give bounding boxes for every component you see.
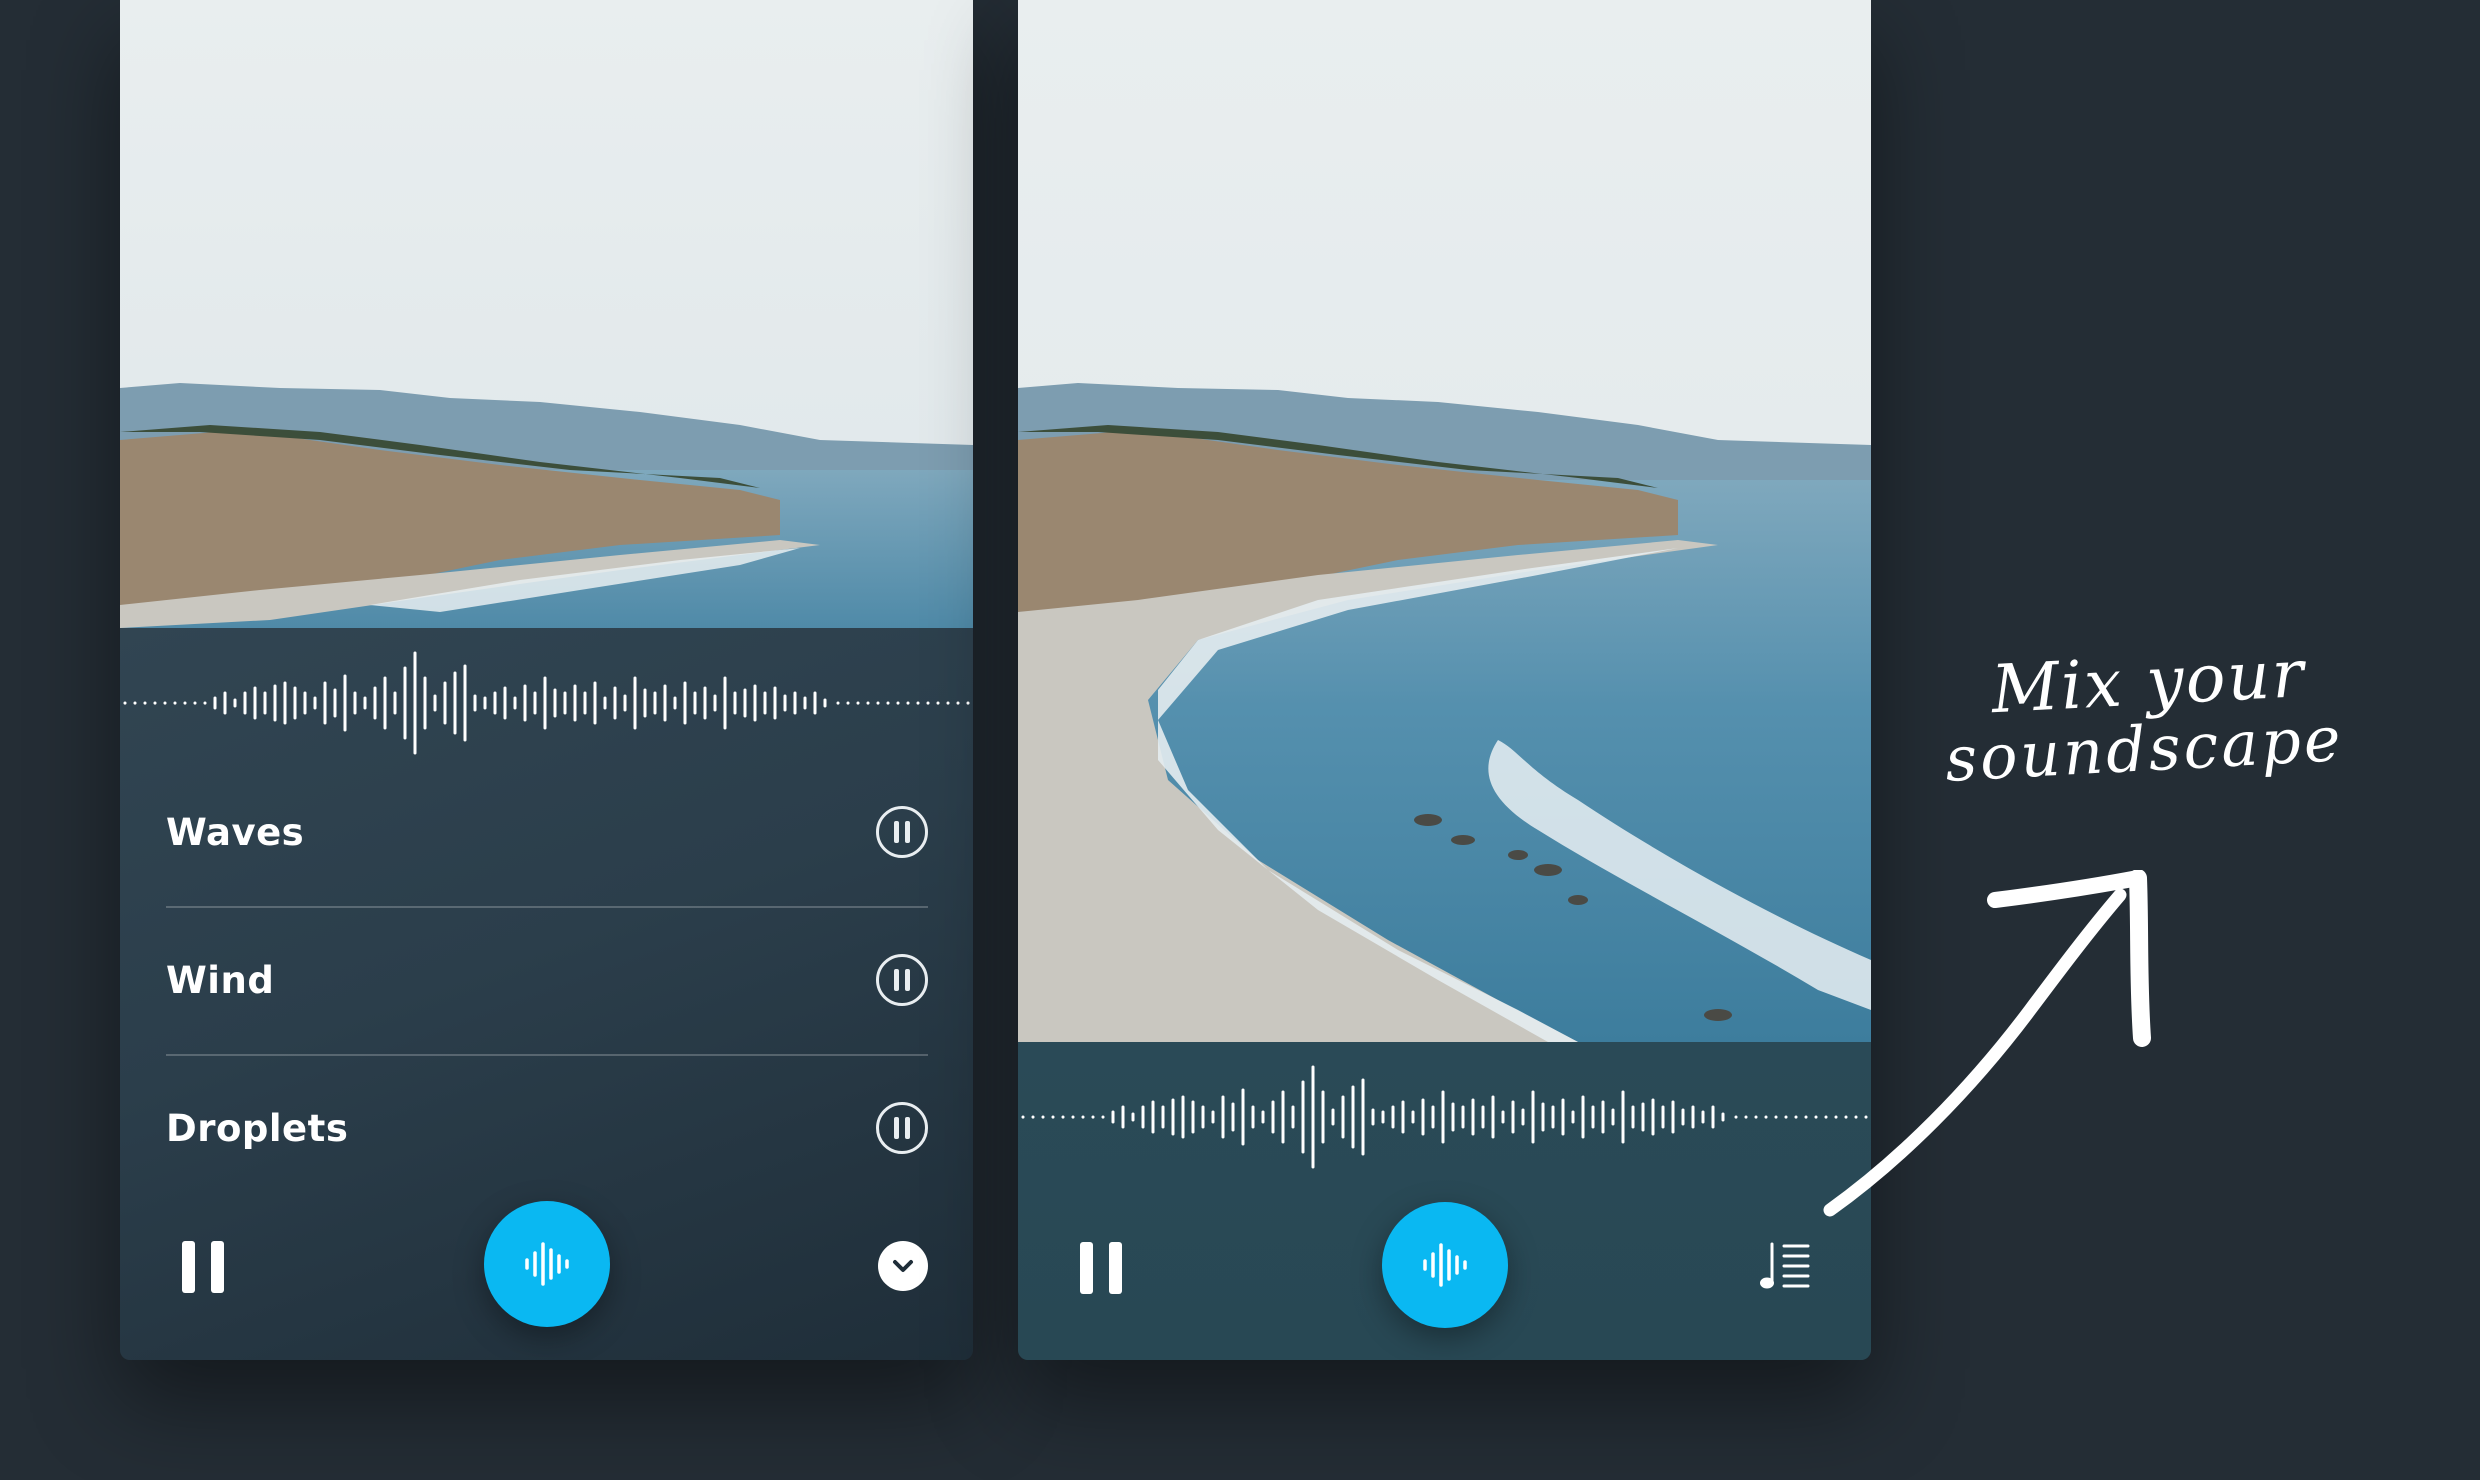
pause-icon[interactable] [182,1241,224,1293]
landscape-photo [120,0,973,628]
track-row-waves[interactable]: Waves [166,758,928,908]
landscape-photo [1018,0,1871,1042]
pause-circle-icon[interactable] [876,954,928,1006]
track-row-droplets[interactable]: Droplets [166,1054,928,1202]
player-panel [1018,1042,1871,1360]
track-label: Droplets [166,1106,349,1150]
waveform-icon [1423,1243,1467,1287]
track-label: Waves [166,810,305,854]
phone-screen-mixer: Waves Wind Droplets [120,0,973,1360]
arrow-icon [1823,870,2151,1217]
audio-waveform [1018,1062,1871,1172]
mix-button[interactable] [1382,1202,1508,1328]
handwritten-annotation: Mix your soundscape [1940,635,2426,796]
pause-icon[interactable] [1080,1242,1122,1294]
mixer-panel: Waves Wind Droplets [120,628,973,1360]
playback-controls [120,1199,973,1329]
phone-screen-player [1018,0,1871,1360]
waveform-icon [525,1242,569,1286]
pause-circle-icon[interactable] [876,1102,928,1154]
playback-controls [1018,1200,1871,1330]
mix-button[interactable] [484,1201,610,1327]
audio-waveform [120,648,973,758]
track-row-wind[interactable]: Wind [166,906,928,1056]
music-list-icon[interactable] [1756,1236,1816,1296]
chevron-down-icon[interactable] [878,1241,928,1291]
pause-circle-icon[interactable] [876,806,928,858]
track-label: Wind [166,958,275,1002]
